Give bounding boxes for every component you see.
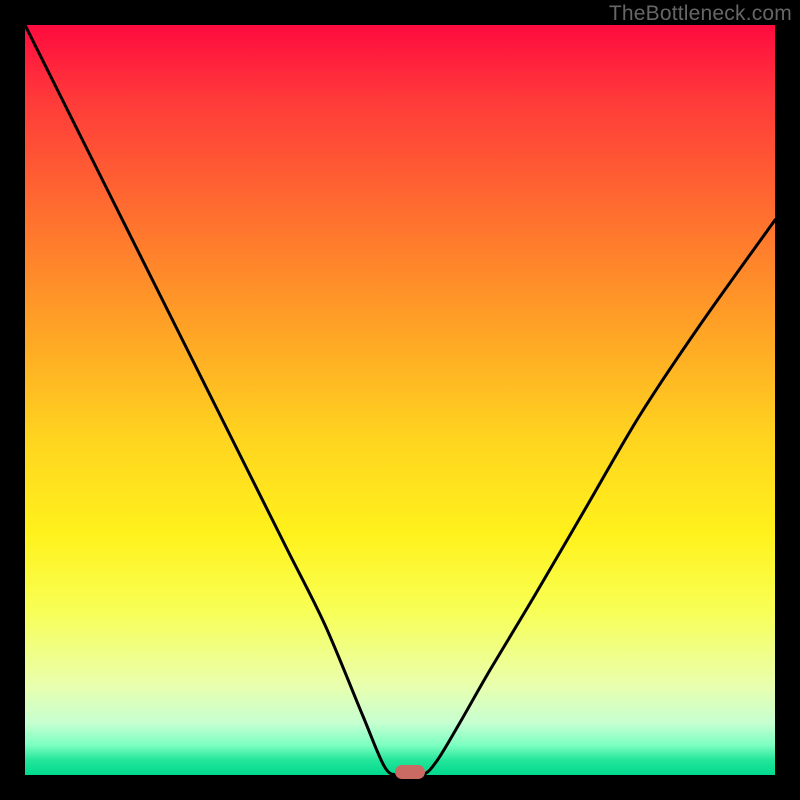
watermark-text: TheBottleneck.com (609, 2, 792, 26)
bottleneck-curve (25, 25, 775, 775)
plot-area (25, 25, 775, 775)
curve-svg (25, 25, 775, 775)
optimal-marker (395, 765, 425, 779)
chart-frame: TheBottleneck.com (0, 0, 800, 800)
